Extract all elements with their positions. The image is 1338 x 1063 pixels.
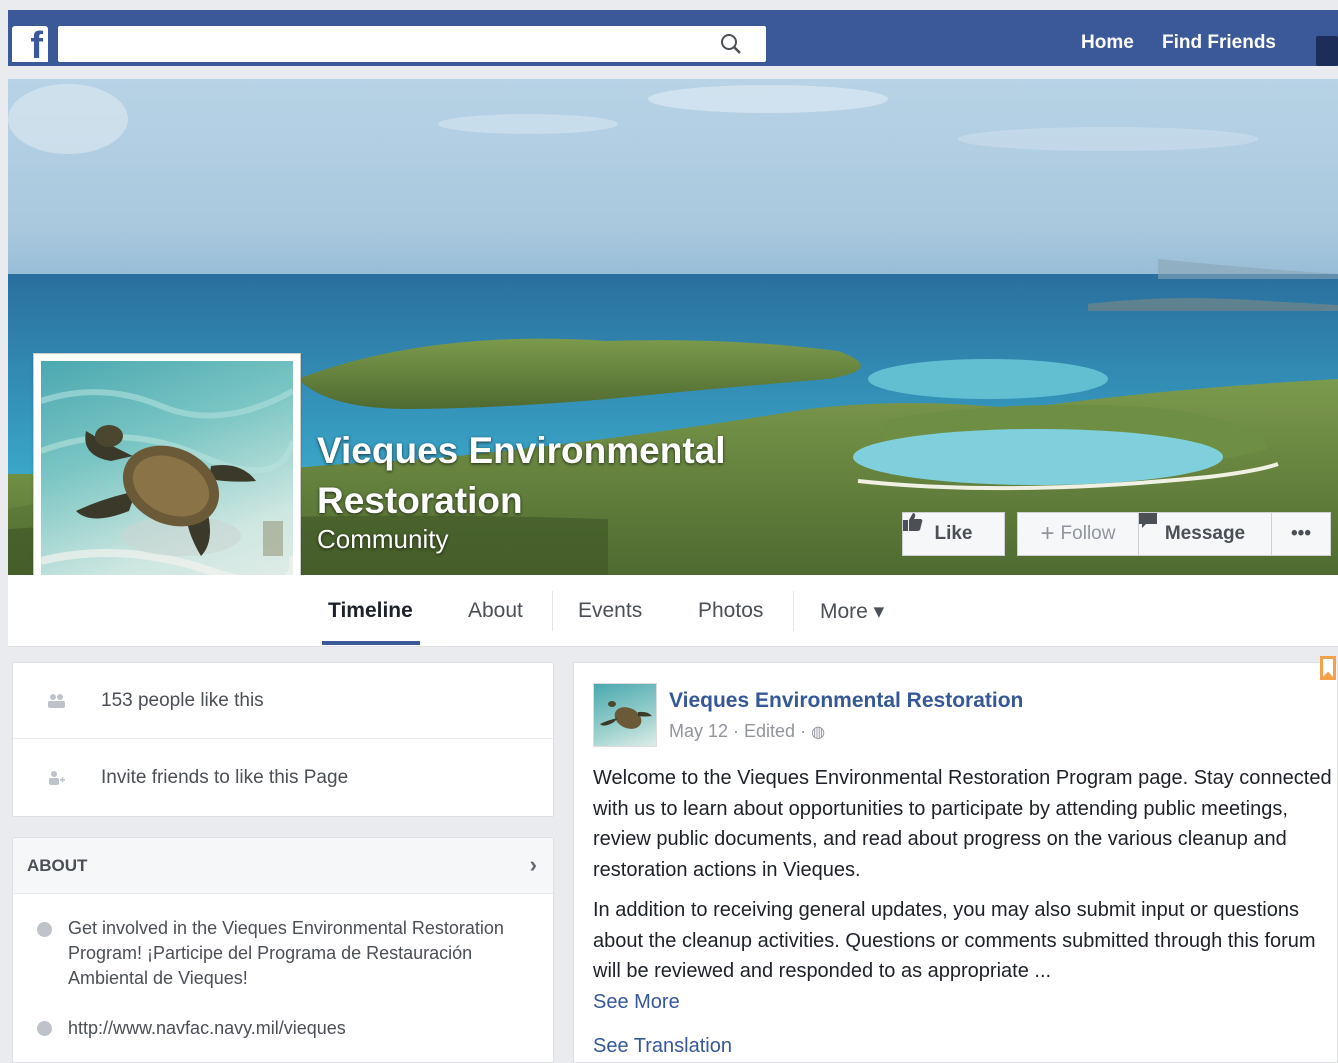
bookmark-icon[interactable]: [1320, 656, 1336, 680]
message-button[interactable]: Message: [1138, 512, 1272, 556]
globe-icon: ◍: [811, 724, 826, 741]
likes-count-row[interactable]: 153 people like this: [13, 663, 553, 739]
tab-more[interactable]: More ▾: [820, 599, 884, 624]
like-button[interactable]: Like: [902, 512, 1005, 556]
invite-friends-row[interactable]: Invite friends to like this Page: [13, 740, 553, 816]
globe-icon: [37, 1021, 52, 1036]
thumbs-up-icon: [903, 513, 923, 531]
more-options-button[interactable]: •••: [1271, 512, 1331, 556]
post-author-name[interactable]: Vieques Environmental Restoration: [669, 689, 1023, 713]
likes-count-text: 153 people like this: [101, 690, 264, 711]
follow-button[interactable]: + Follow: [1017, 512, 1139, 556]
active-tab-indicator: [322, 641, 420, 645]
home-link[interactable]: Home: [1081, 32, 1134, 54]
find-friends-link[interactable]: Find Friends: [1162, 32, 1276, 54]
search-box[interactable]: [58, 26, 766, 62]
about-card-header[interactable]: ABOUT ›: [13, 838, 553, 894]
tab-about[interactable]: About: [468, 599, 523, 623]
top-navigation-bar: f Home Find Friends: [8, 10, 1338, 67]
post-paragraph: Welcome to the Vieques Environmental Res…: [593, 767, 1332, 881]
search-icon[interactable]: [720, 33, 742, 55]
like-button-label: Like: [934, 523, 973, 544]
follow-button-label: Follow: [1060, 523, 1116, 544]
search-input[interactable]: [58, 26, 708, 62]
about-heading: ABOUT: [27, 856, 88, 875]
post-meta: May 12 · Edited · ◍: [669, 721, 825, 742]
tab-divider: [793, 591, 794, 631]
info-icon: [37, 922, 52, 937]
about-description: Get involved in the Vieques Environmenta…: [68, 918, 504, 988]
tab-photos[interactable]: Photos: [698, 599, 763, 623]
likes-card: 153 people like this Invite friends to l…: [12, 662, 554, 817]
facebook-logo-icon[interactable]: f: [12, 25, 48, 67]
about-card: ABOUT › Get involved in the Vieques Envi…: [12, 837, 554, 1063]
chevron-right-icon[interactable]: ›: [530, 852, 537, 878]
post-author-avatar[interactable]: [593, 683, 657, 747]
page-tab-bar: Timeline About Events Photos More ▾: [8, 575, 1338, 647]
people-icon: [48, 694, 65, 708]
tab-timeline[interactable]: Timeline: [328, 599, 413, 623]
plus-icon: +: [1040, 520, 1055, 547]
add-person-icon: [49, 771, 65, 785]
post-timestamp[interactable]: May 12 · Edited ·: [669, 721, 811, 741]
invite-friends-text: Invite friends to like this Page: [101, 767, 349, 788]
tab-events[interactable]: Events: [578, 599, 642, 623]
friend-requests-icon[interactable]: [1316, 36, 1338, 66]
post-paragraph: In addition to receiving general updates…: [593, 899, 1316, 982]
page-category: Community: [317, 524, 449, 554]
post-body: Welcome to the Vieques Environmental Res…: [593, 763, 1333, 1062]
timeline-post: Vieques Environmental Restoration May 12…: [573, 662, 1338, 1063]
see-more-link[interactable]: See More: [593, 991, 680, 1013]
message-bubble-icon: [1139, 513, 1157, 528]
ellipsis-icon: •••: [1291, 523, 1311, 544]
page-title: Vieques Environmental Restoration: [317, 430, 726, 521]
website-link[interactable]: http://www.navfac.navy.mil/vieques: [68, 1018, 346, 1039]
see-translation-link[interactable]: See Translation: [593, 1035, 732, 1057]
tab-divider: [552, 591, 553, 631]
message-button-label: Message: [1164, 523, 1246, 544]
